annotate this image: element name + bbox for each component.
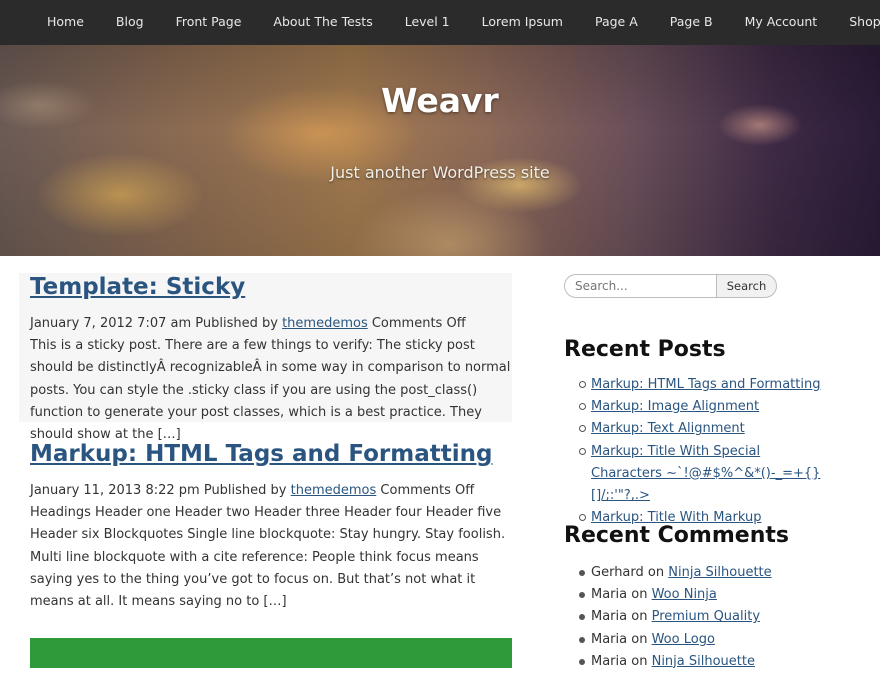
site-tagline: Just another WordPress site xyxy=(330,163,550,182)
comment-post-link[interactable]: Ninja Silhouette xyxy=(668,565,771,580)
post-title[interactable]: Template: Sticky xyxy=(30,273,512,301)
list-item: Markup: HTML Tags and Formatting xyxy=(564,374,824,396)
nav-item-front-page[interactable]: Front Page xyxy=(160,0,258,45)
recent-post-link[interactable]: Markup: Image Alignment xyxy=(591,399,759,414)
list-item: Maria on Woo Ninja xyxy=(564,584,864,606)
comment-author: Maria xyxy=(591,609,628,625)
recent-posts-list: Markup: HTML Tags and Formatting Markup:… xyxy=(564,374,824,529)
post-date: January 11, 2013 8:22 pm xyxy=(30,483,200,498)
comment-author: Maria xyxy=(591,653,628,669)
site-title[interactable]: Weavr xyxy=(0,81,880,120)
list-item: Maria on Ninja Silhouette xyxy=(564,651,864,673)
nav-item-shop[interactable]: Shop xyxy=(833,0,880,45)
on-label: on xyxy=(631,631,648,647)
nav-item-page-b[interactable]: Page B xyxy=(654,0,729,45)
list-item: Markup: Image Alignment xyxy=(564,396,824,418)
post-excerpt: This is a sticky post. There are a few t… xyxy=(30,338,511,443)
site-header-banner: Weavr Just another WordPress site xyxy=(0,45,880,256)
on-label: on xyxy=(631,653,648,669)
nav-item-about-the-tests[interactable]: About The Tests xyxy=(257,0,388,45)
post-meta: January 7, 2012 7:07 am Published by the… xyxy=(30,313,512,335)
post-excerpt: Headings Header one Header two Header th… xyxy=(30,505,506,610)
nav-item-page-a[interactable]: Page A xyxy=(579,0,654,45)
list-item: Maria on Woo Logo xyxy=(564,629,864,651)
comment-post-link[interactable]: Woo Ninja xyxy=(652,587,717,602)
recent-comments-list: Gerhard on Ninja Silhouette Maria on Woo… xyxy=(564,562,864,673)
comment-author: Maria xyxy=(591,587,628,603)
nav-item-level-1[interactable]: Level 1 xyxy=(389,0,466,45)
post-author-link[interactable]: themedemos xyxy=(282,316,368,331)
post-html-tags: Markup: HTML Tags and Formatting January… xyxy=(19,440,512,613)
nav-item-blog[interactable]: Blog xyxy=(100,0,160,45)
post-comments-status: Comments Off xyxy=(371,316,466,331)
recent-comments-title: Recent Comments xyxy=(564,523,789,548)
list-item: Maria on Premium Quality xyxy=(564,606,864,628)
post-comments-status: Comments Off xyxy=(380,483,475,498)
recent-post-link[interactable]: Markup: Title With Special Characters ~`… xyxy=(591,444,820,503)
list-item: Markup: Title With Special Characters ~`… xyxy=(564,441,824,508)
post-date: January 7, 2012 7:07 am xyxy=(30,316,192,331)
nav-item-my-account[interactable]: My Account xyxy=(729,0,834,45)
published-by-label: Published by xyxy=(203,483,287,498)
comment-post-link[interactable]: Premium Quality xyxy=(652,609,760,624)
comment-author: Gerhard xyxy=(591,565,644,580)
top-navigation: Home Blog Front Page About The Tests Lev… xyxy=(0,0,880,46)
comment-post-link[interactable]: Ninja Silhouette xyxy=(652,654,755,669)
recent-post-link[interactable]: Markup: HTML Tags and Formatting xyxy=(591,377,820,392)
comment-post-link[interactable]: Woo Logo xyxy=(652,632,715,647)
search-form: Search xyxy=(564,274,777,298)
post-author-link[interactable]: themedemos xyxy=(291,483,377,498)
recent-posts-title: Recent Posts xyxy=(564,337,726,362)
post-sticky: Template: Sticky January 7, 2012 7:07 am… xyxy=(19,273,512,442)
on-label: on xyxy=(647,565,665,580)
comment-author: Maria xyxy=(591,631,628,647)
on-label: on xyxy=(631,609,648,625)
nav-item-home[interactable]: Home xyxy=(0,0,100,45)
search-input[interactable] xyxy=(564,274,716,298)
nav-menu: Home Blog Front Page About The Tests Lev… xyxy=(0,0,880,45)
recent-post-link[interactable]: Markup: Text Alignment xyxy=(591,421,745,436)
next-post-image xyxy=(30,638,512,668)
on-label: on xyxy=(631,587,648,603)
header-shade xyxy=(0,45,880,256)
list-item: Markup: Text Alignment xyxy=(564,418,824,440)
list-item: Gerhard on Ninja Silhouette xyxy=(564,562,864,584)
published-by-label: Published by xyxy=(195,316,278,331)
post-meta: January 11, 2013 8:22 pm Published by th… xyxy=(30,480,512,502)
search-button[interactable]: Search xyxy=(716,274,777,298)
post-title[interactable]: Markup: HTML Tags and Formatting xyxy=(30,440,512,468)
nav-item-lorem-ipsum[interactable]: Lorem Ipsum xyxy=(466,0,579,45)
